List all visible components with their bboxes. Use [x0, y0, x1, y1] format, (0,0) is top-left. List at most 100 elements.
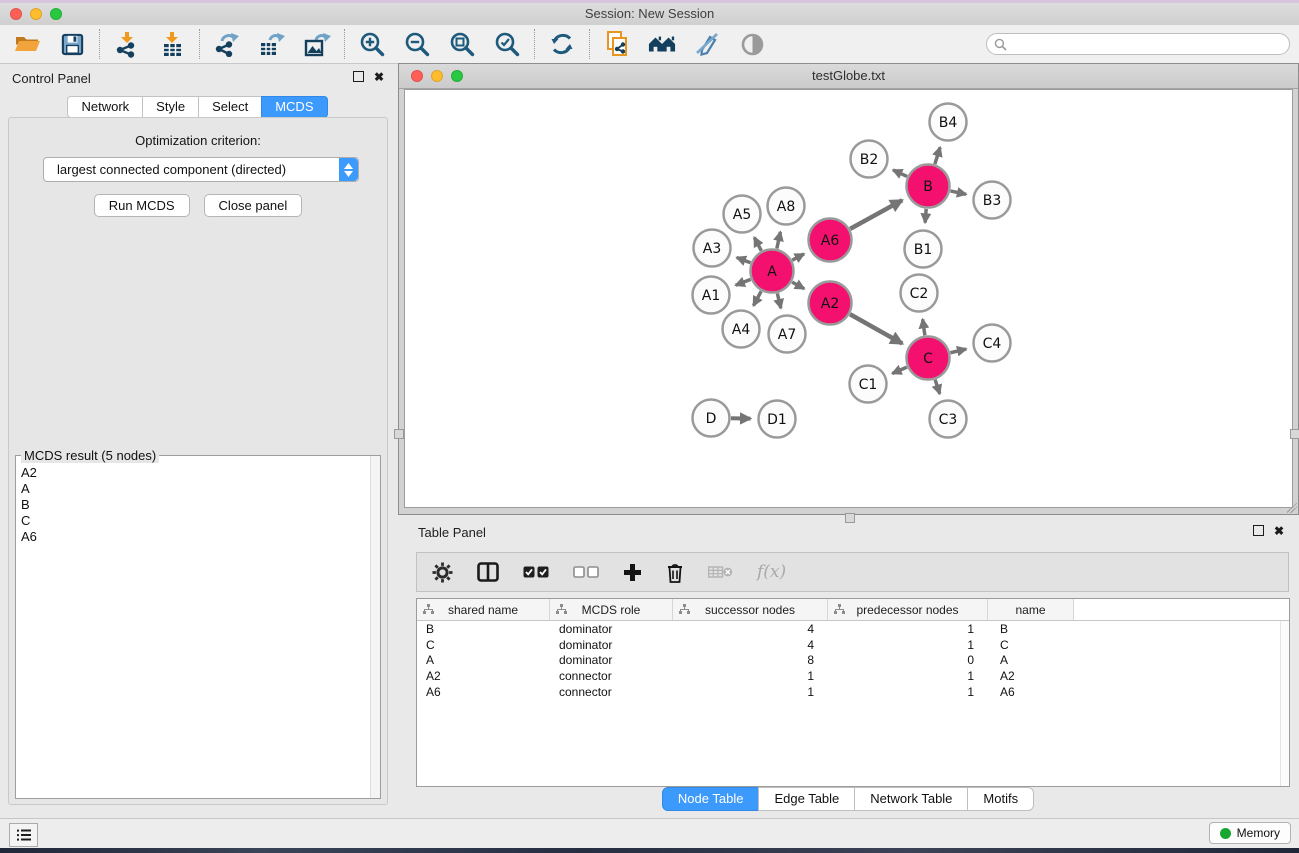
edge-A-A3[interactable] [737, 257, 751, 262]
export-network-icon[interactable] [213, 30, 241, 58]
edge-B-B4[interactable] [935, 147, 940, 164]
close-window-button[interactable] [10, 8, 22, 20]
search-box[interactable] [986, 33, 1290, 55]
maximize-window-button[interactable] [50, 8, 62, 20]
main-toolbar [0, 25, 1299, 64]
edge-A6-B[interactable] [850, 200, 902, 229]
column-header-name[interactable]: name [988, 599, 1074, 620]
table-row[interactable]: Adominator80A [417, 652, 1289, 668]
float-panel-icon[interactable] [353, 71, 364, 82]
edge-A-A6[interactable] [792, 254, 804, 260]
column-header-mcds-role[interactable]: MCDS role [550, 599, 673, 620]
close-panel-icon[interactable]: ✖ [374, 72, 384, 82]
status-bar: Memory [0, 818, 1299, 848]
edge-A-A2[interactable] [792, 282, 804, 289]
search-input[interactable] [1011, 36, 1282, 52]
table-cell: 4 [673, 638, 828, 652]
edge-A-A5[interactable] [754, 237, 761, 250]
column-header-successor-nodes[interactable]: successor nodes [673, 599, 828, 620]
mcds-result-item[interactable]: A6 [16, 529, 371, 545]
show-graphics-details-icon[interactable] [738, 30, 766, 58]
mcds-result-item[interactable]: A [16, 480, 371, 496]
export-table-icon[interactable] [258, 30, 286, 58]
column-header-shared-name[interactable]: shared name [417, 599, 550, 620]
memory-button[interactable]: Memory [1209, 822, 1291, 844]
edge-B-B2[interactable] [893, 170, 907, 176]
delete-column-icon[interactable] [666, 562, 684, 583]
table-row[interactable]: Bdominator41B [417, 621, 1289, 637]
table-cell: A6 [988, 685, 1074, 699]
edge-A-A1[interactable] [736, 279, 751, 285]
edge-A-A4[interactable] [753, 291, 761, 305]
tab-network[interactable]: Network [67, 96, 143, 118]
edge-A-A8[interactable] [777, 232, 781, 249]
tab-node-table[interactable]: Node Table [662, 787, 760, 811]
minimize-window-button[interactable] [30, 8, 42, 20]
select-all-icon[interactable] [523, 566, 549, 579]
resize-handle-right[interactable] [1290, 429, 1299, 439]
tab-network-table[interactable]: Network Table [854, 787, 968, 811]
table-row[interactable]: Cdominator41C [417, 637, 1289, 653]
network-window-titlebar[interactable]: testGlobe.txt [399, 64, 1298, 89]
open-session-icon[interactable] [13, 30, 41, 58]
mcds-scrollbar[interactable] [370, 456, 380, 798]
tab-select[interactable]: Select [198, 96, 262, 118]
zoom-fit-icon[interactable] [448, 30, 476, 58]
zoom-out-icon[interactable] [403, 30, 431, 58]
table-row[interactable]: A6connector11A6 [417, 684, 1289, 700]
node-label-B: B [923, 179, 933, 195]
import-network-icon[interactable] [113, 30, 141, 58]
deselect-all-icon[interactable] [573, 566, 599, 579]
tab-edge-table[interactable]: Edge Table [758, 787, 855, 811]
export-image-icon[interactable] [303, 30, 331, 58]
table-scrollbar[interactable] [1280, 621, 1289, 786]
mcds-result-item[interactable]: C [16, 513, 371, 529]
hide-annotations-icon[interactable] [693, 30, 721, 58]
zoom-selected-icon[interactable] [493, 30, 521, 58]
edge-C-C2[interactable] [923, 319, 925, 335]
control-panel-title: Control Panel [12, 71, 91, 86]
resize-handle-left[interactable] [394, 429, 404, 439]
edge-C-C1[interactable] [892, 367, 907, 373]
panel-list-button[interactable] [9, 823, 38, 847]
edge-B-B1[interactable] [925, 209, 926, 223]
dropdown-stepper-icon [339, 158, 358, 181]
homes-icon[interactable] [648, 30, 676, 58]
network-minimize-button[interactable] [431, 70, 443, 82]
tab-mcds[interactable]: MCDS [261, 96, 327, 118]
zoom-in-icon[interactable] [358, 30, 386, 58]
table-row[interactable]: A2connector11A2 [417, 668, 1289, 684]
delete-table-icon[interactable] [708, 565, 733, 579]
save-session-icon[interactable] [58, 30, 86, 58]
table-cell: 1 [673, 685, 828, 699]
column-header-predecessor-nodes[interactable]: predecessor nodes [828, 599, 988, 620]
edge-A-A7[interactable] [777, 293, 781, 308]
refresh-view-icon[interactable] [548, 30, 576, 58]
edge-B-B3[interactable] [950, 191, 966, 194]
close-panel-button[interactable]: Close panel [204, 194, 303, 217]
tab-motifs[interactable]: Motifs [967, 787, 1034, 811]
network-maximize-button[interactable] [451, 70, 463, 82]
tab-style[interactable]: Style [142, 96, 199, 118]
run-mcds-button[interactable]: Run MCDS [94, 194, 190, 217]
edge-A2-C[interactable] [850, 314, 902, 343]
mcds-result-list[interactable]: A2ABCA6 [16, 464, 371, 798]
close-table-panel-icon[interactable]: ✖ [1274, 526, 1284, 536]
edge-C-C3[interactable] [935, 380, 940, 394]
float-table-panel-icon[interactable] [1253, 525, 1264, 536]
network-canvas[interactable]: B4B2BB3A8A5A6A3B1AC2A1A2A4A7C4CC1C3DD1 [404, 89, 1293, 508]
node-label-B1: B1 [914, 242, 933, 258]
mcds-tab-content: Optimization criterion: largest connecte… [8, 117, 388, 805]
optimization-criterion-dropdown[interactable]: largest connected component (directed) [43, 157, 359, 182]
network-close-button[interactable] [411, 70, 423, 82]
edge-C-C4[interactable] [950, 349, 966, 353]
table-mode-gear-icon[interactable] [432, 562, 453, 583]
mcds-result-item[interactable]: B [16, 496, 371, 512]
clone-network-icon[interactable] [603, 30, 631, 58]
import-table-icon[interactable] [158, 30, 186, 58]
function-builder-icon[interactable]: f(x) [757, 562, 786, 582]
resize-grip[interactable] [1287, 503, 1297, 513]
mcds-result-item[interactable]: A2 [16, 464, 371, 480]
show-columns-icon[interactable] [477, 562, 499, 582]
new-column-icon[interactable] [623, 563, 642, 582]
